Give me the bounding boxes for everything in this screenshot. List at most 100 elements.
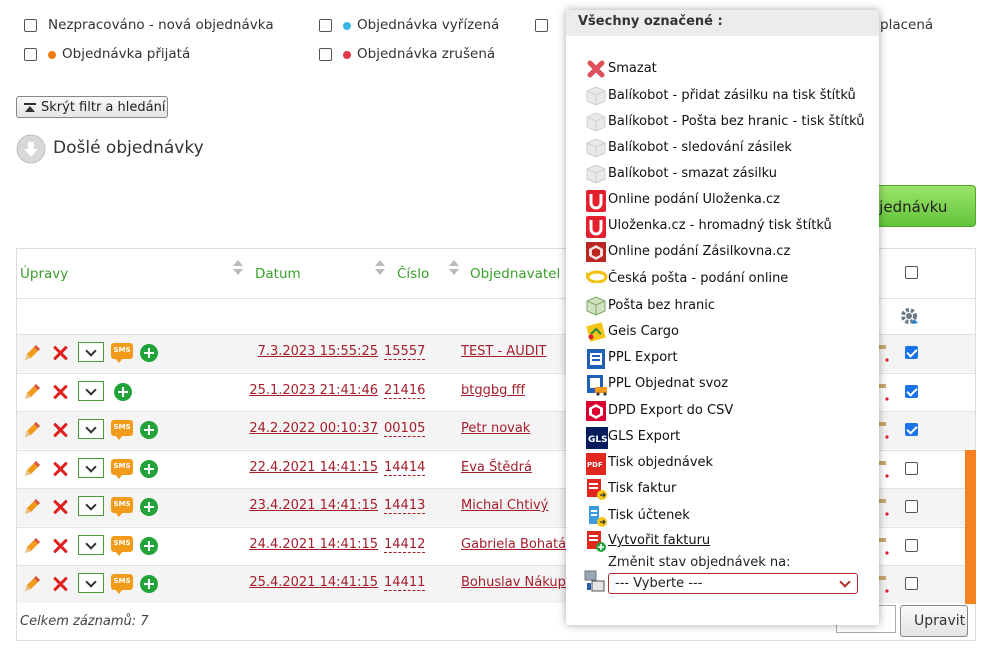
row-dropdown-button[interactable] bbox=[78, 419, 104, 439]
popup-menu-item[interactable]: PPL Export bbox=[608, 350, 678, 365]
delete-icon[interactable] bbox=[52, 384, 68, 400]
edit-pencil-icon[interactable] bbox=[22, 343, 42, 363]
popup-menu-item[interactable]: DPD Export do CSV bbox=[608, 403, 733, 418]
order-date-link[interactable]: 22.4.2021 14:41:15 bbox=[249, 460, 378, 475]
delete-icon[interactable] bbox=[52, 422, 68, 438]
popup-menu-item[interactable]: Vytvořit fakturu bbox=[608, 533, 710, 548]
header-customer[interactable]: Objednavatel bbox=[470, 266, 560, 282]
order-date-link[interactable]: 24.2.2022 00:10:37 bbox=[249, 421, 378, 436]
edit-pencil-icon[interactable] bbox=[22, 497, 42, 517]
gear-icon[interactable] bbox=[899, 306, 919, 326]
row-dropdown-button[interactable] bbox=[78, 535, 104, 555]
state-select[interactable]: --- Vyberte --- bbox=[608, 573, 858, 594]
add-icon[interactable] bbox=[114, 383, 132, 401]
state-select-value: --- Vyberte --- bbox=[615, 576, 703, 591]
popup-menu-item[interactable]: PPL Objednat svoz bbox=[608, 376, 728, 391]
edit-pencil-icon[interactable] bbox=[22, 459, 42, 479]
order-date-link[interactable]: 25.4.2021 14:41:15 bbox=[249, 575, 378, 590]
add-icon[interactable] bbox=[140, 460, 158, 478]
row-checkbox[interactable] bbox=[905, 577, 918, 590]
row-dropdown-button[interactable] bbox=[78, 381, 104, 401]
order-number[interactable]: 00105 bbox=[384, 421, 426, 437]
sort-date-icon[interactable] bbox=[233, 260, 243, 276]
hide-filter-button[interactable]: Skrýt filtr a hledání bbox=[16, 96, 168, 118]
sort-number-icon[interactable] bbox=[375, 260, 385, 276]
header-number[interactable]: Číslo bbox=[397, 266, 429, 282]
add-icon[interactable] bbox=[140, 537, 158, 555]
customer-link[interactable]: Bohuslav Nákupč bbox=[461, 575, 573, 590]
delete-icon[interactable] bbox=[52, 461, 68, 477]
popup-menu-item[interactable]: Balíkobot - smazat zásilku bbox=[608, 166, 777, 181]
down-arrow-circle-icon[interactable] bbox=[16, 134, 46, 164]
customer-link[interactable]: btggbg fff bbox=[461, 383, 525, 398]
edit-pencil-icon[interactable] bbox=[22, 536, 42, 556]
customer-link[interactable]: Gabriela Bohatá bbox=[461, 537, 566, 552]
popup-menu-item[interactable]: Tisk objednávek bbox=[608, 455, 713, 470]
filter-checkbox-cancelled[interactable] bbox=[319, 48, 332, 61]
sms-icon[interactable]: SMS bbox=[111, 574, 133, 594]
popup-menu-item[interactable]: Online podání Uloženka.cz bbox=[608, 192, 780, 207]
delete-icon[interactable] bbox=[52, 576, 68, 592]
add-icon[interactable] bbox=[140, 344, 158, 362]
popup-menu-item[interactable]: Pošta bez hranic bbox=[608, 298, 715, 313]
order-date-link[interactable]: 24.4.2021 14:41:15 bbox=[249, 537, 378, 552]
row-checkbox[interactable] bbox=[905, 423, 918, 436]
order-number[interactable]: 14413 bbox=[384, 498, 426, 514]
customer-link[interactable]: Eva Štědrá bbox=[461, 460, 532, 475]
order-number[interactable]: 21416 bbox=[384, 383, 426, 399]
customer-link[interactable]: Michal Chtivý bbox=[461, 498, 548, 513]
delete-icon[interactable] bbox=[52, 345, 68, 361]
popup-menu-item[interactable]: Balíkobot - přidat zásilku na tisk štítk… bbox=[608, 88, 856, 103]
row-dropdown-button[interactable] bbox=[78, 342, 104, 362]
sort-customer-icon[interactable] bbox=[449, 260, 459, 276]
delete-icon[interactable] bbox=[52, 538, 68, 554]
sms-icon[interactable]: SMS bbox=[111, 343, 133, 363]
filter-checkbox-new[interactable] bbox=[24, 19, 37, 32]
row-checkbox[interactable] bbox=[905, 346, 918, 359]
popup-menu-item[interactable]: Česká pošta - podání online bbox=[608, 271, 788, 286]
edit-pencil-icon[interactable] bbox=[22, 382, 42, 402]
order-date-link[interactable]: 25.1.2023 21:41:46 bbox=[249, 383, 378, 398]
order-date-link[interactable]: 7.3.2023 15:55:25 bbox=[258, 344, 378, 359]
add-icon[interactable] bbox=[140, 421, 158, 439]
sms-icon[interactable]: SMS bbox=[111, 536, 133, 556]
sms-icon[interactable]: SMS bbox=[111, 420, 133, 440]
select-all-checkbox[interactable] bbox=[905, 266, 918, 279]
row-checkbox[interactable] bbox=[905, 462, 918, 475]
add-icon[interactable] bbox=[140, 498, 158, 516]
filter-checkbox-done[interactable] bbox=[319, 19, 332, 32]
popup-menu-item[interactable]: Balíkobot - sledování zásilek bbox=[608, 140, 792, 155]
row-checkbox[interactable] bbox=[905, 385, 918, 398]
customer-link[interactable]: Petr novak bbox=[461, 421, 530, 436]
filter-checkbox-paid[interactable] bbox=[535, 19, 548, 32]
popup-menu-item[interactable]: GLS Export bbox=[608, 429, 680, 444]
row-dropdown-button[interactable] bbox=[78, 458, 104, 478]
popup-menu-item[interactable]: Tisk účtenek bbox=[608, 508, 690, 523]
row-dropdown-button[interactable] bbox=[78, 496, 104, 516]
customer-link[interactable]: TEST - AUDIT bbox=[461, 344, 547, 359]
filter-checkbox-accepted[interactable] bbox=[24, 48, 37, 61]
order-number[interactable]: 14414 bbox=[384, 460, 426, 476]
sms-icon[interactable]: SMS bbox=[111, 459, 133, 479]
edit-pencil-icon[interactable] bbox=[22, 420, 42, 440]
order-number[interactable]: 14412 bbox=[384, 537, 426, 553]
row-checkbox[interactable] bbox=[905, 539, 918, 552]
row-dropdown-button[interactable] bbox=[78, 573, 104, 593]
popup-menu-item[interactable]: Balíkobot - Pošta bez hranic - tisk štít… bbox=[608, 114, 864, 129]
row-checkbox[interactable] bbox=[905, 500, 918, 513]
sms-icon[interactable]: SMS bbox=[111, 497, 133, 517]
add-icon[interactable] bbox=[140, 575, 158, 593]
update-button[interactable]: Upravit bbox=[900, 605, 968, 637]
order-date-link[interactable]: 23.4.2021 14:41:15 bbox=[249, 498, 378, 513]
filter-label-paid: placená bbox=[880, 17, 934, 33]
edit-pencil-icon[interactable] bbox=[22, 574, 42, 594]
delete-icon[interactable] bbox=[52, 499, 68, 515]
order-number[interactable]: 14411 bbox=[384, 575, 426, 591]
popup-menu-item[interactable]: Smazat bbox=[608, 61, 657, 76]
popup-menu-item[interactable]: Uloženka.cz - hromadný tisk štítků bbox=[608, 218, 832, 233]
header-date[interactable]: Datum bbox=[255, 266, 301, 282]
popup-menu-item[interactable]: Online podání Zásilkovna.cz bbox=[608, 244, 790, 259]
popup-menu-item[interactable]: Geis Cargo bbox=[608, 324, 679, 339]
order-number[interactable]: 15557 bbox=[384, 344, 426, 360]
popup-menu-item[interactable]: Tisk faktur bbox=[608, 481, 676, 496]
